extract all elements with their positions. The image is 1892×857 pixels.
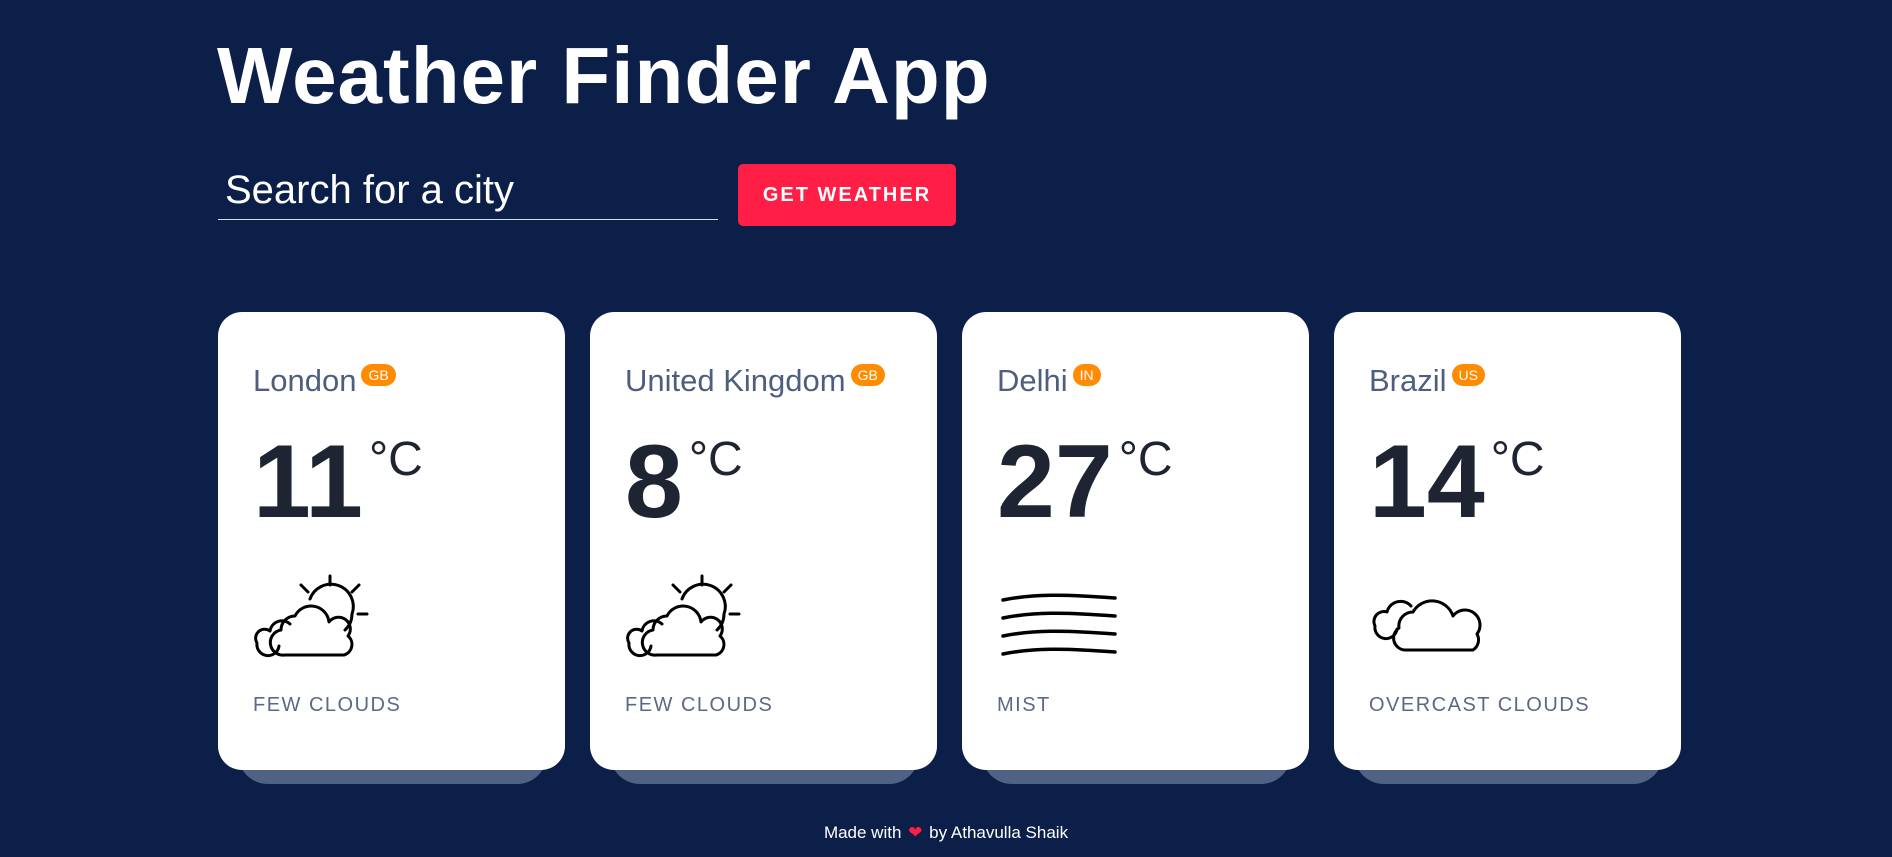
- footer-author: by Athavulla Shaik: [929, 823, 1069, 842]
- temperature-unit: °C: [1490, 433, 1545, 486]
- weather-app-page: Weather Finder App GET WEATHER London GB…: [0, 0, 1892, 857]
- city-line: Brazil US: [1369, 362, 1485, 399]
- city-line: London GB: [253, 362, 396, 399]
- city-line: United Kingdom GB: [625, 362, 885, 399]
- country-badge: IN: [1072, 364, 1101, 386]
- footer-credit: Made with ❤ by Athavulla Shaik: [0, 823, 1892, 843]
- weather-description: OVERCAST CLOUDS: [1369, 694, 1591, 716]
- weather-card: London GB 11 °C FEW CLOUDS: [218, 312, 565, 770]
- temperature: 8 °C: [625, 430, 743, 534]
- country-badge: GB: [361, 364, 396, 386]
- weather-card: Delhi IN 27 °C MIST: [962, 312, 1309, 770]
- temperature-value: 8: [625, 424, 683, 540]
- weather-card-united-kingdom: United Kingdom GB 8 °C FEW CLOUDS: [590, 312, 937, 784]
- temperature-value: 27: [997, 424, 1113, 540]
- search-form: GET WEATHER: [218, 162, 956, 226]
- temperature-value: 11: [253, 424, 363, 540]
- city-name: Brazil: [1369, 363, 1447, 398]
- city-name: London: [253, 363, 357, 398]
- weather-card-brazil: Brazil US 14 °C OVERCAST CLOUDS: [1334, 312, 1681, 784]
- temperature-unit: °C: [688, 433, 743, 486]
- app-title: Weather Finder App: [217, 31, 991, 120]
- temperature-value: 14: [1369, 424, 1485, 540]
- temperature: 11 °C: [253, 430, 423, 534]
- weather-card-london: London GB 11 °C FEW CLOUDS: [218, 312, 565, 784]
- weather-card: Brazil US 14 °C OVERCAST CLOUDS: [1334, 312, 1681, 770]
- temperature: 14 °C: [1369, 430, 1545, 534]
- temperature: 27 °C: [997, 430, 1173, 534]
- heart-icon: ❤: [908, 823, 923, 842]
- city-line: Delhi IN: [997, 362, 1101, 399]
- weather-description: MIST: [997, 694, 1051, 716]
- weather-description: FEW CLOUDS: [625, 694, 774, 716]
- city-search-input[interactable]: [218, 162, 718, 220]
- country-badge: GB: [850, 364, 885, 386]
- overcast-clouds-icon: [1372, 599, 1482, 652]
- temperature-unit: °C: [1118, 433, 1173, 486]
- weather-card: United Kingdom GB 8 °C FEW CLOUDS: [590, 312, 937, 770]
- get-weather-button[interactable]: GET WEATHER: [738, 164, 956, 226]
- mist-icon: [1001, 593, 1117, 656]
- weather-cards: London GB 11 °C FEW CLOUDS United Kingdo…: [218, 312, 1681, 784]
- partly-cloudy-icon: [254, 574, 369, 658]
- weather-card-delhi: Delhi IN 27 °C MIST: [962, 312, 1309, 784]
- country-badge: US: [1451, 364, 1485, 386]
- temperature-unit: °C: [368, 433, 423, 486]
- partly-cloudy-icon: [626, 574, 741, 658]
- weather-description: FEW CLOUDS: [253, 694, 402, 716]
- city-name: United Kingdom: [625, 363, 846, 398]
- footer-made-with: Made with: [823, 823, 902, 842]
- city-name: Delhi: [997, 363, 1068, 398]
